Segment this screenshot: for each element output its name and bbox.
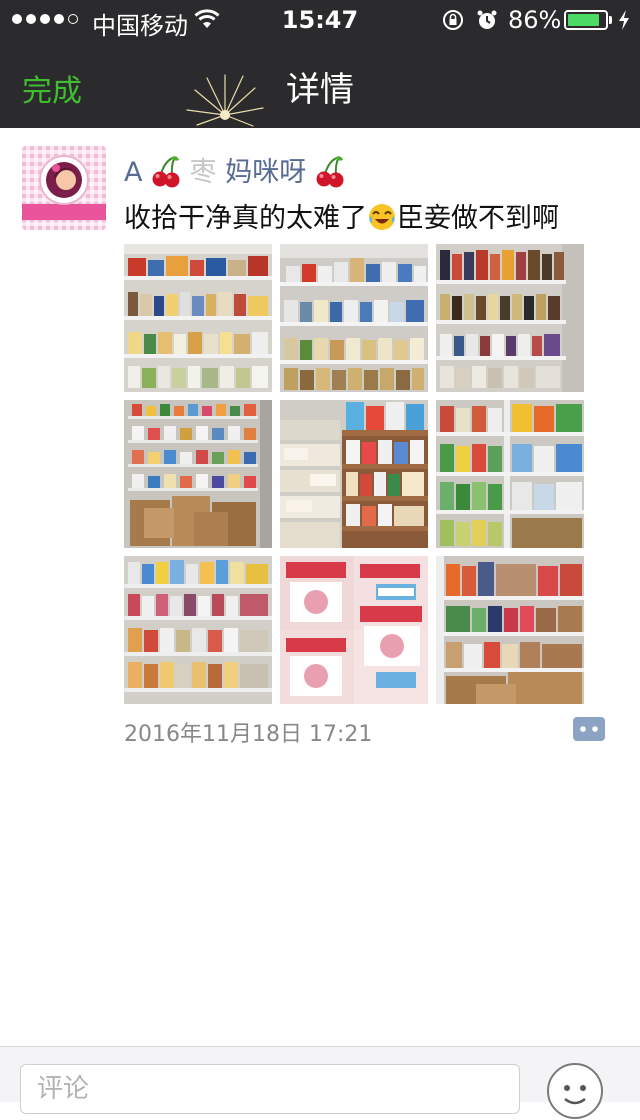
- alarm-icon: [477, 10, 497, 29]
- header: 中国移动 15:47 86% 完成 详情: [0, 0, 640, 128]
- post-text-part2: 臣妾做不到啊: [397, 203, 559, 234]
- cherry-emoji-icon: [152, 156, 180, 188]
- photo-thumbnail[interactable]: [436, 244, 584, 392]
- avatar[interactable]: [22, 146, 106, 230]
- photo-grid: [124, 244, 584, 704]
- photo-thumbnail[interactable]: [280, 244, 428, 392]
- photo-thumbnail[interactable]: [124, 556, 272, 704]
- photo-thumbnail[interactable]: [436, 556, 584, 704]
- nickname-prefix: A: [124, 157, 143, 188]
- post-text-part1: 收拾干净真的太难了: [124, 203, 367, 234]
- rotation-lock-icon: [443, 10, 463, 30]
- crying-laughing-emoji-icon: [369, 204, 395, 230]
- battery-percentage: 86%: [508, 6, 562, 34]
- photo-thumbnail[interactable]: [280, 556, 428, 704]
- post-text: 收拾干净真的太难了 臣妾做不到啊: [124, 196, 559, 235]
- post-author-name[interactable]: A 枣 妈咪呀: [124, 150, 345, 189]
- comment-options-button[interactable]: [571, 715, 607, 743]
- photo-thumbnail[interactable]: [436, 400, 584, 548]
- photo-thumbnail[interactable]: [124, 400, 272, 548]
- battery-icon: [564, 10, 608, 30]
- cherry-emoji-icon: [316, 156, 344, 188]
- comment-input[interactable]: [20, 1064, 520, 1114]
- battery-tip: [609, 16, 612, 24]
- nickname-suffix: 妈咪呀: [225, 157, 307, 188]
- page-title: 详情: [286, 70, 354, 110]
- charging-icon: [619, 10, 629, 30]
- photo-thumbnail[interactable]: [124, 244, 272, 392]
- emoji-picker-button[interactable]: [546, 1062, 604, 1120]
- nickname-middle: 枣: [189, 157, 217, 188]
- photo-thumbnail[interactable]: [280, 400, 428, 548]
- status-bar: 中国移动 15:47 86%: [0, 0, 640, 40]
- post-timestamp: 2016年11月18日 17:21: [124, 722, 373, 747]
